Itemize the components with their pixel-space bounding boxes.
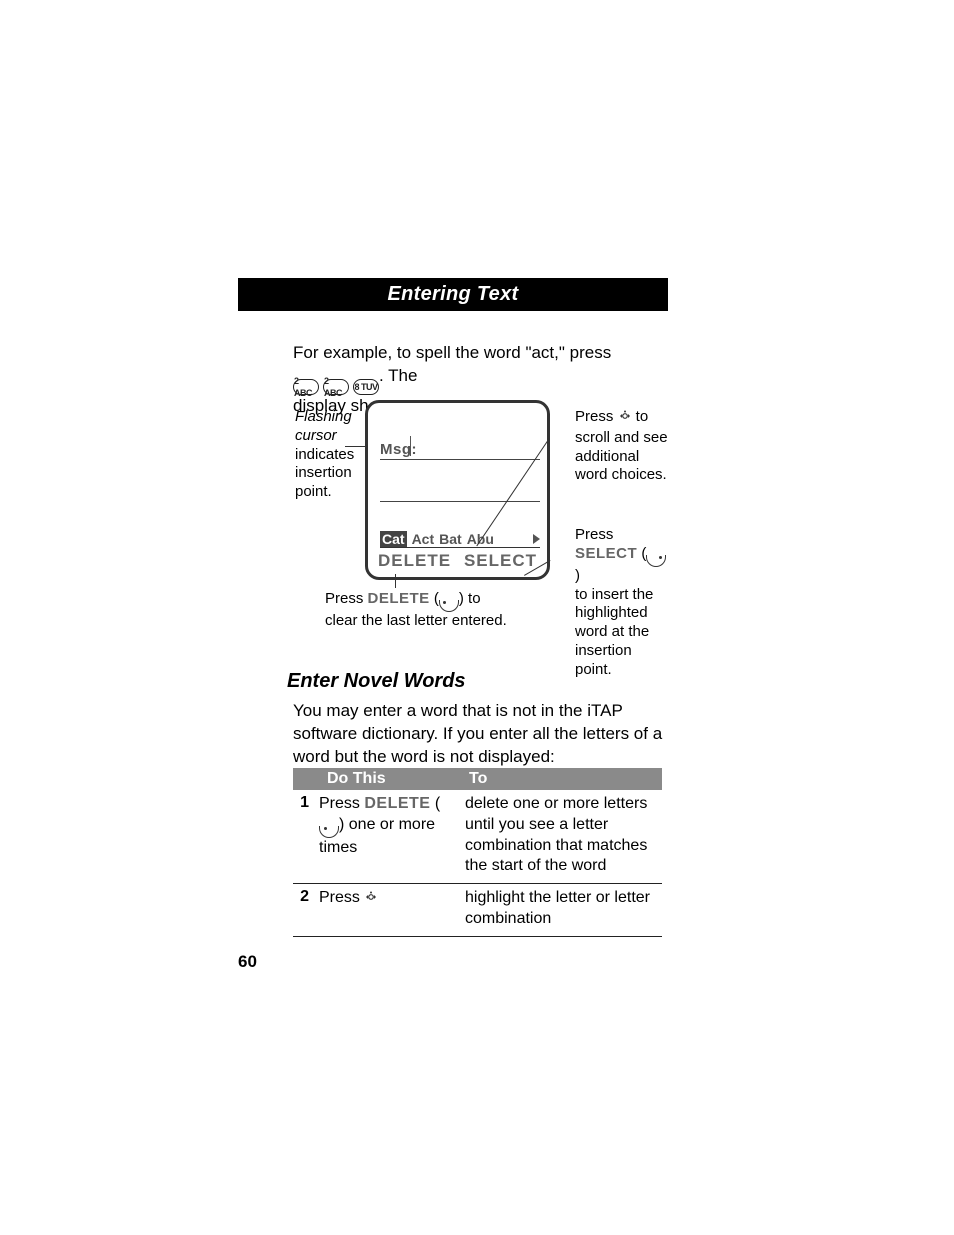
left-softkey-icon xyxy=(439,600,459,612)
page-number: 60 xyxy=(238,952,257,972)
step-result: highlight the letter or letter combinati… xyxy=(465,888,662,930)
text-line xyxy=(380,459,540,460)
phone-display: Msg: Cat Act Bat Abu DELETE SELECT xyxy=(365,400,550,580)
nav-key-icon xyxy=(618,409,632,429)
softkey-right: SELECT xyxy=(464,551,537,571)
table-row: 1 Press DELETE () one or more times dele… xyxy=(293,790,662,884)
softkey-left: DELETE xyxy=(378,551,451,571)
keycap-2-icon: 2 ABC xyxy=(293,379,319,395)
step-number: 1 xyxy=(293,794,319,877)
callout-cursor: Flashing cursor indicates insertion poin… xyxy=(295,408,365,502)
chapter-title: Entering Text xyxy=(388,283,519,306)
section-heading: Enter Novel Words xyxy=(287,670,466,693)
intro-text-b: . The xyxy=(379,366,417,385)
intro-text-a: For example, to spell the word "act," pr… xyxy=(293,343,611,362)
callout-delete: Press DELETE () to clear the last letter… xyxy=(325,590,525,631)
chapter-header: Entering Text xyxy=(238,278,668,311)
leader-line xyxy=(395,574,396,588)
key-sequence: 2 ABC 2 ABC 8 TUV xyxy=(293,379,379,395)
msg-label: Msg: xyxy=(380,441,417,458)
step-action: Press xyxy=(319,888,465,930)
keycap-2-icon: 2 ABC xyxy=(323,379,349,395)
candidate-highlighted: Cat xyxy=(380,531,407,547)
step-result: delete one or more letters until you see… xyxy=(465,794,662,877)
right-softkey-icon xyxy=(646,555,666,567)
table-row: 2 Press highlight the letter or letter c… xyxy=(293,884,662,937)
candidate-row: Cat Act Bat Abu xyxy=(380,531,540,547)
cursor-icon xyxy=(410,436,411,456)
keycap-8-icon: 8 TUV xyxy=(353,379,379,395)
step-number: 2 xyxy=(293,888,319,930)
section-paragraph: You may enter a word that is not in the … xyxy=(293,700,663,769)
text-line xyxy=(380,501,540,502)
left-softkey-icon xyxy=(319,826,339,838)
callout-select: Press SELECT () to insert the highlighte… xyxy=(575,526,670,679)
col-to: To xyxy=(465,768,662,790)
softkey-row: DELETE SELECT xyxy=(368,551,547,571)
candidate-underline xyxy=(380,547,540,548)
candidate: Bat xyxy=(439,531,462,547)
display-diagram: Flashing cursor indicates insertion poin… xyxy=(295,400,670,635)
candidate: Act xyxy=(412,531,435,547)
step-action: Press DELETE () one or more times xyxy=(319,794,465,877)
steps-table: Do This To 1 Press DELETE () one or more… xyxy=(293,768,662,937)
scroll-right-icon xyxy=(533,534,540,544)
nav-key-icon xyxy=(364,890,378,911)
callout-scroll: Press to scroll and see additional word … xyxy=(575,408,670,485)
table-header: Do This To xyxy=(293,768,662,790)
col-do-this: Do This xyxy=(323,768,465,790)
